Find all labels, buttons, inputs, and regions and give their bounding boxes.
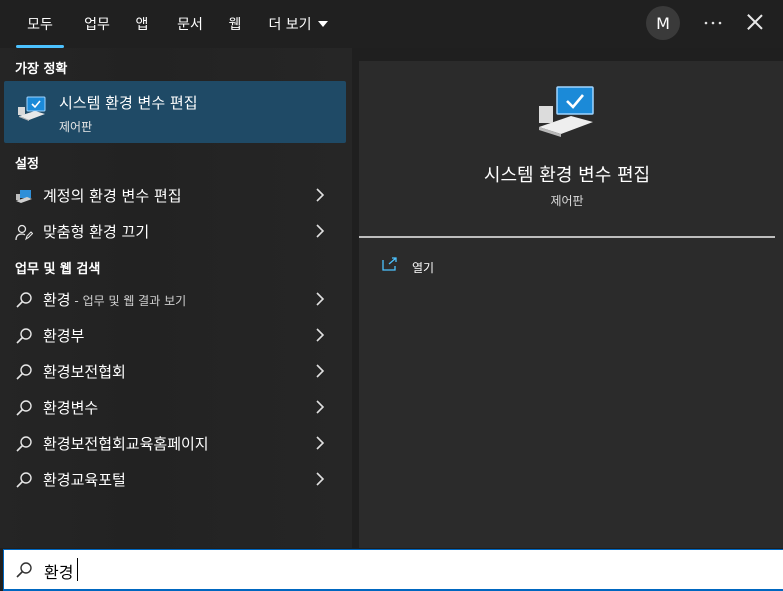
chevron-right-icon xyxy=(316,400,325,414)
laptop-icon xyxy=(16,190,32,203)
best-match-item[interactable]: 시스템 환경 변수 편집 제어판 xyxy=(4,81,346,143)
settings-item-label: 맞춤형 환경 끄기 xyxy=(43,222,150,241)
tab-label: 더 보기 xyxy=(268,17,312,33)
close-button[interactable] xyxy=(744,11,766,33)
web-search-item-label: 환경보전협회교육홈페이지 xyxy=(43,434,209,453)
web-search-item[interactable]: 환경보전협회 xyxy=(0,353,346,389)
web-search-item[interactable]: 환경부 xyxy=(0,317,346,353)
section-settings: 설정 xyxy=(15,157,39,172)
search-icon xyxy=(16,292,32,308)
monitor-check-icon xyxy=(18,96,46,121)
web-search-item-label: 환경보전협회 xyxy=(43,362,126,381)
tab-label: 업무 xyxy=(84,17,110,33)
scope-tabs: 모두 업무 앱 문서 웹 더 보기 xyxy=(14,0,336,48)
divider xyxy=(359,236,775,238)
web-search-item[interactable]: 환경 - 업무 및 웹 결과 보기 xyxy=(0,281,346,317)
search-icon xyxy=(16,328,32,344)
settings-item-label: 계정의 환경 변수 편집 xyxy=(43,186,182,205)
query-text: 환경 xyxy=(43,290,71,309)
query-suffix: - 업무 및 웹 결과 보기 xyxy=(70,293,187,308)
best-match-subtitle: 제어판 xyxy=(59,120,93,134)
best-match-title: 시스템 환경 변수 편집 xyxy=(59,94,198,112)
details-title: 시스템 환경 변수 편집 xyxy=(483,165,651,186)
tab-all[interactable]: 모두 xyxy=(14,0,66,48)
tab-label: 문서 xyxy=(177,17,203,33)
monitor-check-icon xyxy=(539,86,594,137)
web-search-item-label: 환경변수 xyxy=(43,398,99,417)
details-panel: 시스템 환경 변수 편집 제어판 열기 xyxy=(359,61,783,548)
tab-label: 앱 xyxy=(135,17,149,33)
chevron-right-icon xyxy=(316,328,325,342)
search-input[interactable]: 환경 xyxy=(44,559,73,583)
web-search-item-label: 환경교육포털 xyxy=(43,470,126,489)
results-list: 가장 정확 시스템 환경 변수 편집 제어판 설정 계정의 환경 변수 편집 맞… xyxy=(0,48,352,548)
open-action-label[interactable]: 열기 xyxy=(412,259,434,276)
text-cursor xyxy=(77,558,78,581)
web-search-item-label: 환경부 xyxy=(43,326,85,345)
tab-apps[interactable]: 앱 xyxy=(124,0,160,48)
search-icon xyxy=(16,364,32,380)
tab-label: 웹 xyxy=(228,17,242,33)
chevron-right-icon xyxy=(316,472,325,486)
chevron-down-icon xyxy=(317,21,328,27)
top-bar: 모두 업무 앱 문서 웹 더 보기 M xyxy=(0,0,783,48)
search-icon xyxy=(16,472,32,488)
web-search-item[interactable]: 환경변수 xyxy=(0,389,346,425)
avatar[interactable]: M xyxy=(646,6,680,40)
chevron-right-icon xyxy=(316,224,325,238)
search-icon xyxy=(16,400,32,416)
tab-more[interactable]: 더 보기 xyxy=(260,0,336,48)
settings-item[interactable]: 맞춤형 환경 끄기 xyxy=(0,213,346,249)
person-edit-icon xyxy=(15,224,33,241)
tab-documents[interactable]: 문서 xyxy=(164,0,216,48)
search-bar[interactable]: 환경 xyxy=(3,549,783,591)
more-options-button[interactable] xyxy=(700,10,726,36)
ellipsis-icon xyxy=(704,21,722,25)
tab-web[interactable]: 웹 xyxy=(220,0,250,48)
chevron-right-icon xyxy=(316,436,325,450)
section-web-search: 업무 및 웹 검색 xyxy=(15,262,101,277)
web-search-item[interactable]: 환경교육포털 xyxy=(0,461,346,497)
tab-work[interactable]: 업무 xyxy=(70,0,124,48)
web-search-item[interactable]: 환경보전협회교육홈페이지 xyxy=(0,425,346,461)
chevron-right-icon xyxy=(316,364,325,378)
settings-item[interactable]: 계정의 환경 변수 편집 xyxy=(0,177,346,213)
search-icon xyxy=(16,436,32,452)
chevron-right-icon xyxy=(316,188,325,202)
web-search-item-label: 환경 - 업무 및 웹 결과 보기 xyxy=(43,289,186,310)
section-best-match: 가장 정확 xyxy=(15,62,68,77)
search-icon xyxy=(16,562,32,578)
tab-label: 모두 xyxy=(27,17,53,33)
open-external-icon xyxy=(382,257,397,271)
details-subtitle: 제어판 xyxy=(550,194,584,208)
chevron-right-icon xyxy=(316,292,325,306)
